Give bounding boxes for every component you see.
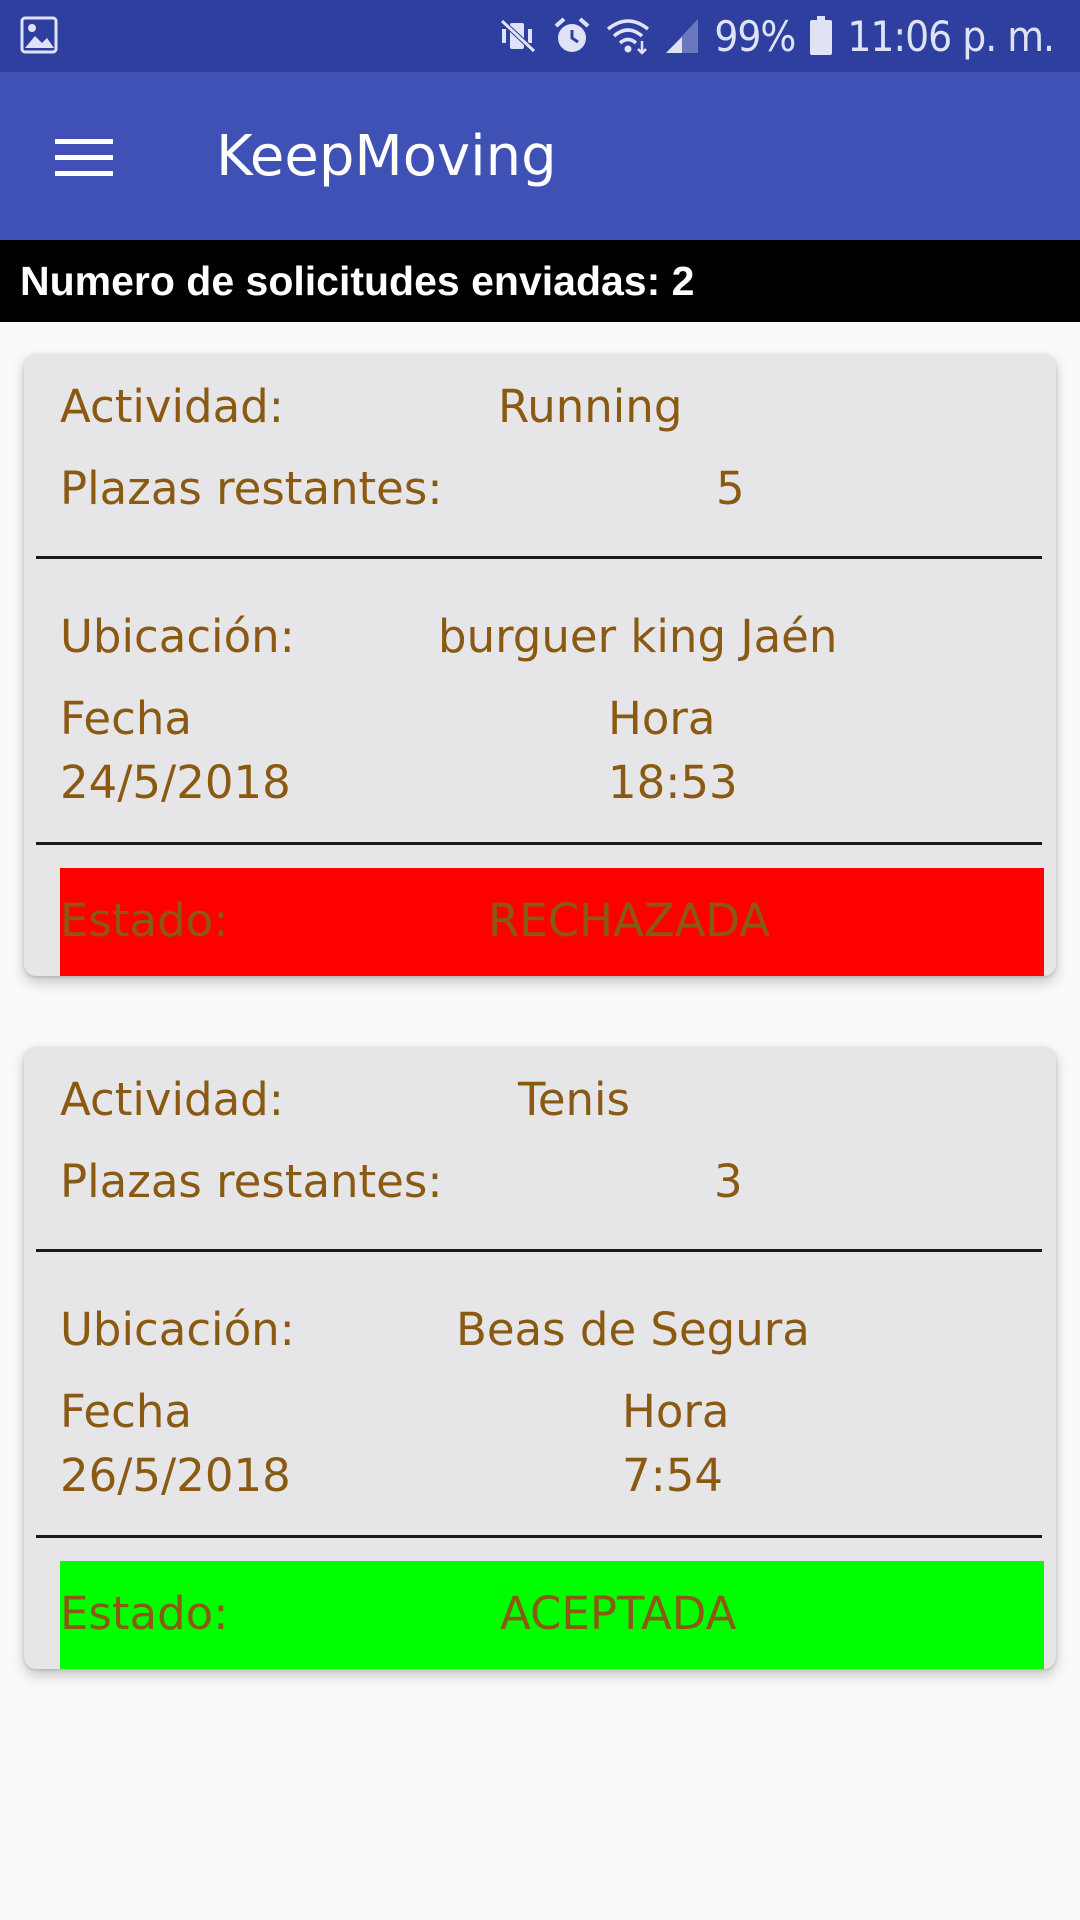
actividad-label: Actividad: xyxy=(60,380,284,433)
divider xyxy=(36,842,1042,845)
plazas-label: Plazas restantes: xyxy=(60,1155,443,1208)
request-card[interactable]: Actividad: Running Plazas restantes: 5 U… xyxy=(24,354,1056,976)
request-card[interactable]: Actividad: Tenis Plazas restantes: 3 Ubi… xyxy=(24,1047,1056,1669)
battery-icon xyxy=(809,16,833,56)
hamburger-menu-icon[interactable] xyxy=(44,118,124,198)
divider xyxy=(36,556,1042,559)
hora-value: 18:53 xyxy=(608,756,738,809)
hora-value: 7:54 xyxy=(622,1449,724,1502)
fecha-label: Fecha xyxy=(60,692,192,745)
estado-value: ACEPTADA xyxy=(500,1587,737,1640)
ubicacion-label: Ubicación: xyxy=(60,1303,295,1356)
app-bar: KeepMoving xyxy=(0,72,1080,240)
image-notification-icon xyxy=(20,16,58,58)
status-bar: 99% 11:06 p. m. xyxy=(0,0,1080,72)
hora-label: Hora xyxy=(622,1385,730,1438)
actividad-value: Tenis xyxy=(518,1073,630,1126)
actividad-label: Actividad: xyxy=(60,1073,284,1126)
signal-icon xyxy=(664,17,700,55)
divider xyxy=(36,1249,1042,1252)
clock-time: 11:06 p. m. xyxy=(847,11,1055,61)
ubicacion-value: burguer king Jaén xyxy=(438,610,838,663)
plazas-label: Plazas restantes: xyxy=(60,462,443,515)
fecha-label: Fecha xyxy=(60,1385,192,1438)
app-title: KeepMoving xyxy=(216,123,557,189)
ubicacion-value: Beas de Segura xyxy=(456,1303,810,1356)
wifi-icon xyxy=(606,17,650,55)
plazas-value: 5 xyxy=(716,462,745,515)
fecha-value: 26/5/2018 xyxy=(60,1449,291,1502)
actividad-value: Running xyxy=(498,380,683,433)
ubicacion-label: Ubicación: xyxy=(60,610,295,663)
fecha-value: 24/5/2018 xyxy=(60,756,291,809)
estado-label: Estado: xyxy=(60,1587,229,1640)
battery-percent: 99% xyxy=(714,11,796,61)
hora-label: Hora xyxy=(608,692,716,745)
requests-count-bar: Numero de solicitudes enviadas: 2 xyxy=(0,240,1080,322)
mute-vibrate-icon xyxy=(498,17,538,55)
status-banner-rejected: Estado: RECHAZADA xyxy=(60,868,1044,976)
divider xyxy=(36,1535,1042,1538)
estado-label: Estado: xyxy=(60,894,229,947)
alarm-icon xyxy=(552,16,592,56)
plazas-value: 3 xyxy=(714,1155,743,1208)
status-banner-accepted: Estado: ACEPTADA xyxy=(60,1561,1044,1669)
estado-value: RECHAZADA xyxy=(488,894,770,947)
